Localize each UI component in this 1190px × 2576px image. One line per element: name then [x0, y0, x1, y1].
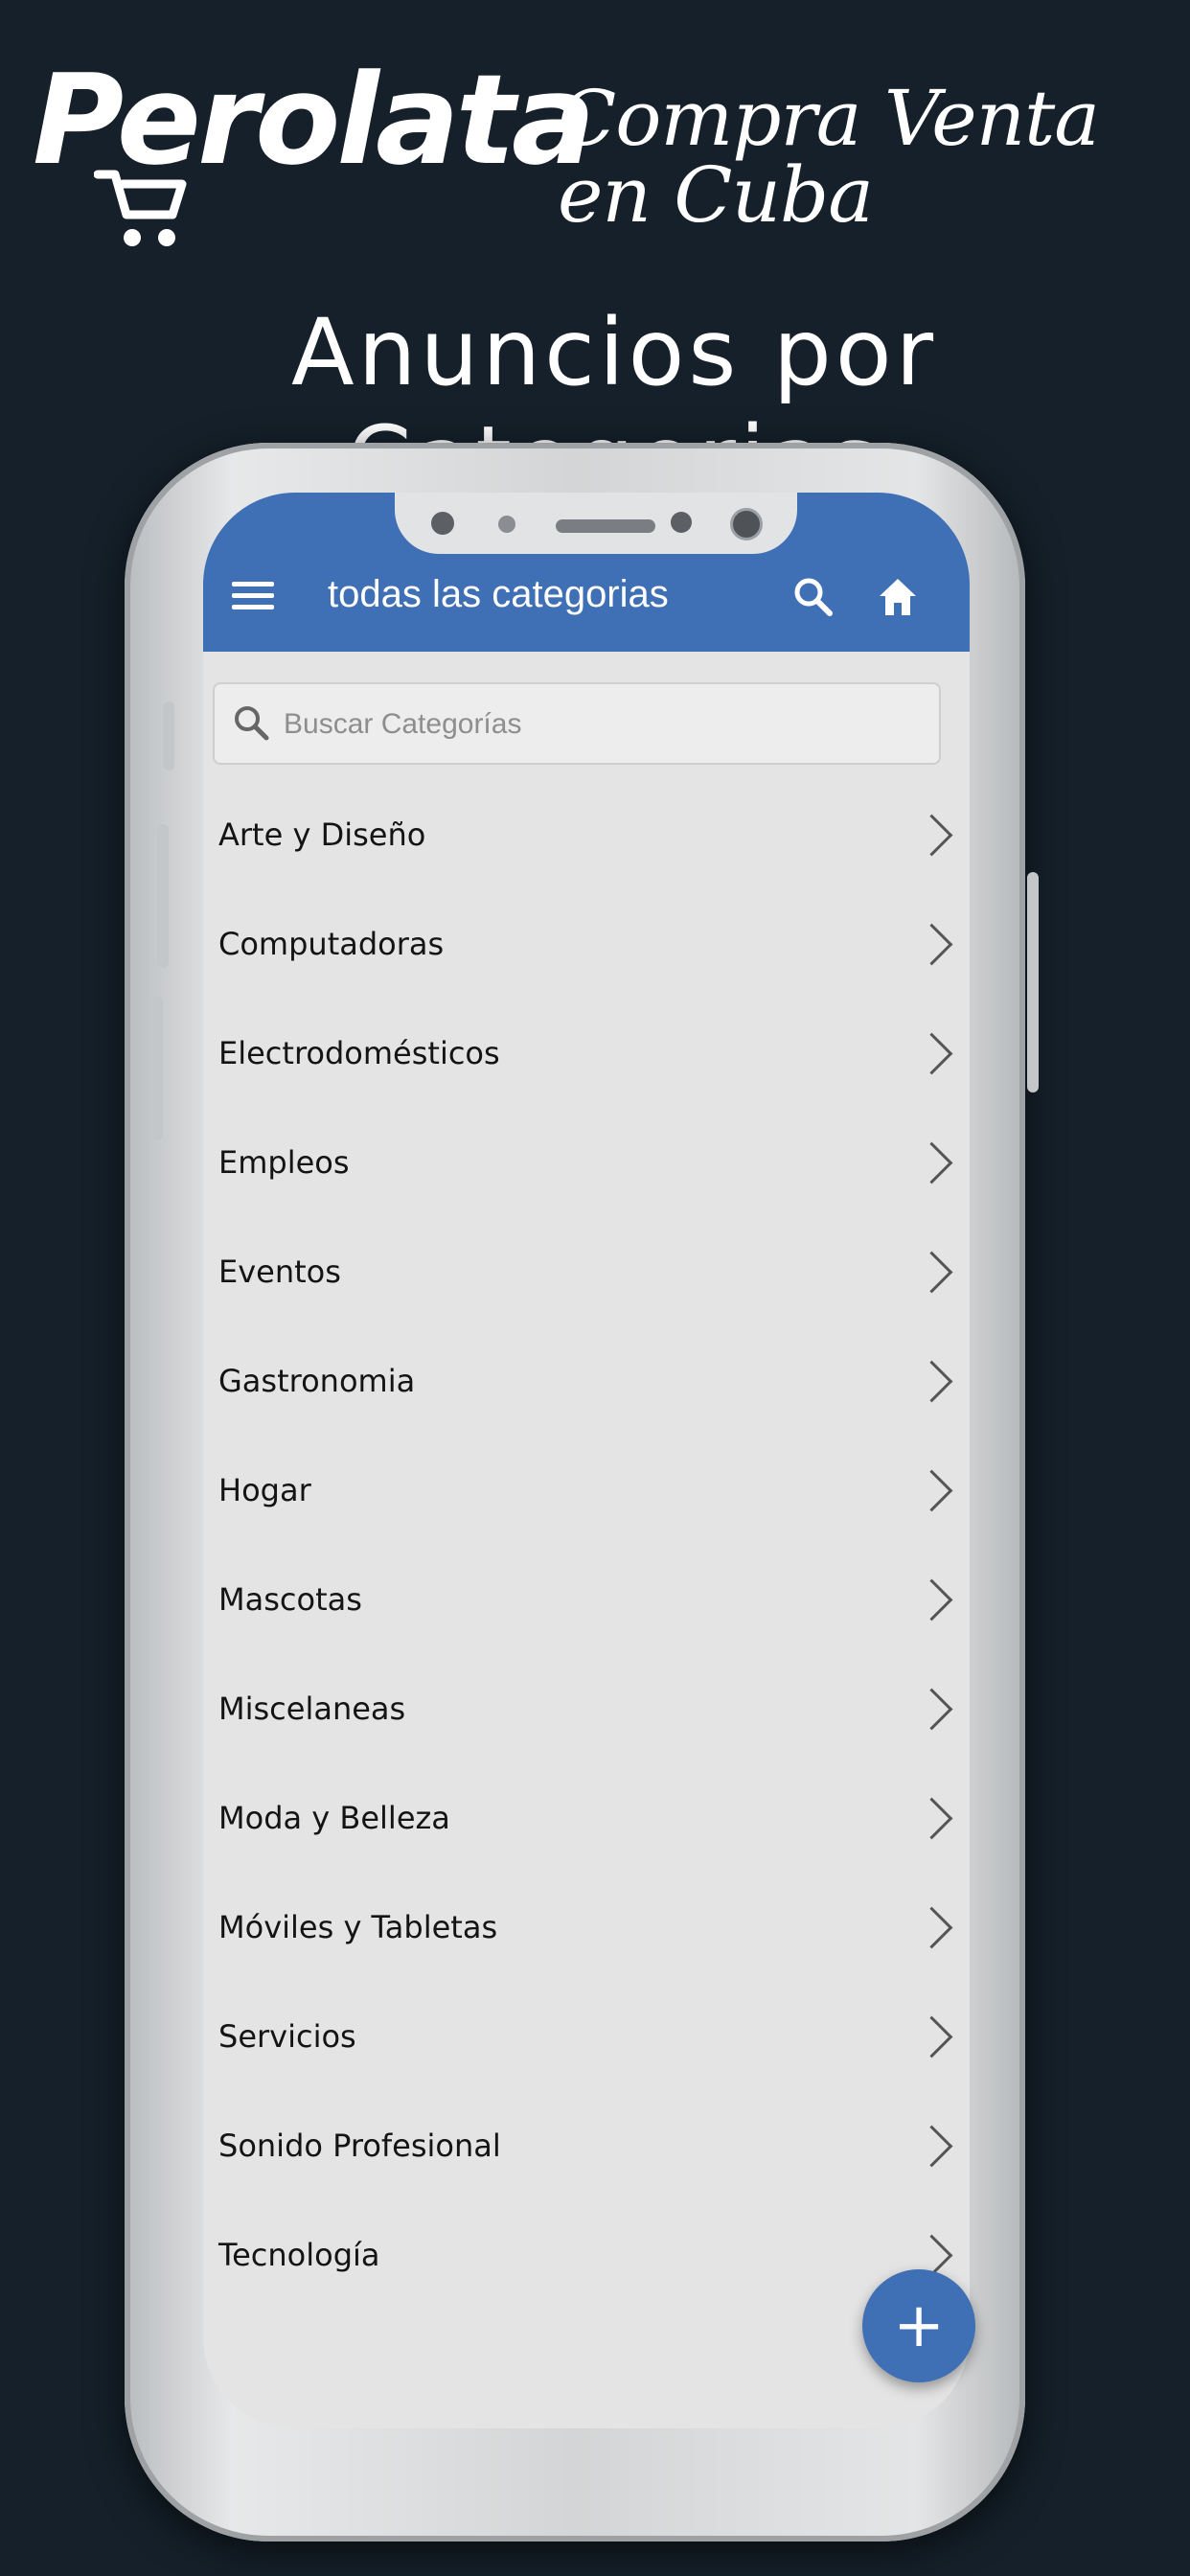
category-item[interactable]: Computadoras: [203, 889, 970, 999]
phone-volume-up-button: [157, 824, 169, 968]
front-camera: [730, 508, 763, 540]
phone-notch: [395, 493, 797, 554]
add-listing-button[interactable]: +: [862, 2269, 975, 2382]
category-item[interactable]: Tecnología: [203, 2200, 970, 2310]
chevron-right-icon: [910, 1360, 953, 1402]
category-label: Sonido Profesional: [218, 2128, 501, 2164]
category-label: Hogar: [218, 1472, 311, 1508]
category-label: Gastronomia: [218, 1363, 416, 1399]
category-label: Computadoras: [218, 926, 445, 962]
category-label: Eventos: [218, 1254, 341, 1290]
category-search-field[interactable]: [213, 682, 941, 765]
category-item[interactable]: Arte y Diseño: [203, 780, 970, 889]
home-icon[interactable]: [874, 573, 922, 621]
category-item[interactable]: Hogar: [203, 1436, 970, 1545]
chevron-right-icon: [910, 1032, 953, 1074]
category-label: Tecnología: [218, 2237, 380, 2273]
search-icon: [235, 706, 269, 741]
sensor-dot: [431, 512, 454, 535]
sensor-dot: [671, 512, 692, 533]
hamburger-menu-icon[interactable]: [232, 577, 274, 619]
app-bar-title: todas las categorias: [328, 573, 669, 615]
category-item[interactable]: Gastronomia: [203, 1326, 970, 1436]
category-label: Miscelaneas: [218, 1690, 406, 1727]
chevron-right-icon: [910, 1469, 953, 1511]
category-label: Electrodomésticos: [218, 1035, 500, 1071]
phone-side-button: [163, 702, 174, 770]
chevron-right-icon: [910, 923, 953, 965]
tagline: Compra Venta en Cuba: [558, 74, 1100, 240]
category-item[interactable]: Eventos: [203, 1217, 970, 1326]
brand-header: Perolata Compra Venta en Cuba: [33, 58, 1163, 249]
chevron-right-icon: [910, 1578, 953, 1621]
category-item[interactable]: Electrodomésticos: [203, 999, 970, 1108]
phone-volume-down-button: [151, 997, 163, 1140]
shopping-cart-icon: [94, 170, 187, 246]
phone-screen: todas las categorias Arte y Diseño Compu…: [203, 493, 970, 2428]
category-item[interactable]: Empleos: [203, 1108, 970, 1217]
category-item[interactable]: Móviles y Tabletas: [203, 1873, 970, 1982]
category-item[interactable]: Moda y Belleza: [203, 1763, 970, 1873]
app-logo: Perolata: [33, 47, 596, 193]
chevron-right-icon: [910, 1797, 953, 1839]
category-label: Móviles y Tabletas: [218, 1909, 498, 1945]
category-label: Mascotas: [218, 1581, 362, 1618]
app-bar: todas las categorias: [203, 493, 970, 652]
category-label: Empleos: [218, 1144, 350, 1181]
chevron-right-icon: [910, 2125, 953, 2167]
category-label: Moda y Belleza: [218, 1800, 450, 1836]
search-icon[interactable]: [790, 573, 837, 621]
category-list: Arte y Diseño Computadoras Electrodomést…: [203, 780, 970, 2310]
category-label: Arte y Diseño: [218, 816, 426, 853]
category-item[interactable]: Sonido Profesional: [203, 2091, 970, 2200]
chevron-right-icon: [910, 2015, 953, 2058]
category-item[interactable]: Servicios: [203, 1982, 970, 2091]
earpiece-speaker: [556, 519, 655, 533]
chevron-right-icon: [910, 1688, 953, 1730]
phone-power-button: [1027, 872, 1039, 1092]
category-search-input[interactable]: [282, 698, 918, 751]
chevron-right-icon: [910, 1141, 953, 1184]
chevron-right-icon: [910, 814, 953, 856]
sensor-dot: [498, 516, 515, 533]
category-item[interactable]: Mascotas: [203, 1545, 970, 1654]
category-label: Servicios: [218, 2018, 356, 2055]
category-item[interactable]: Miscelaneas: [203, 1654, 970, 1763]
chevron-right-icon: [910, 1906, 953, 1948]
chevron-right-icon: [910, 1251, 953, 1293]
